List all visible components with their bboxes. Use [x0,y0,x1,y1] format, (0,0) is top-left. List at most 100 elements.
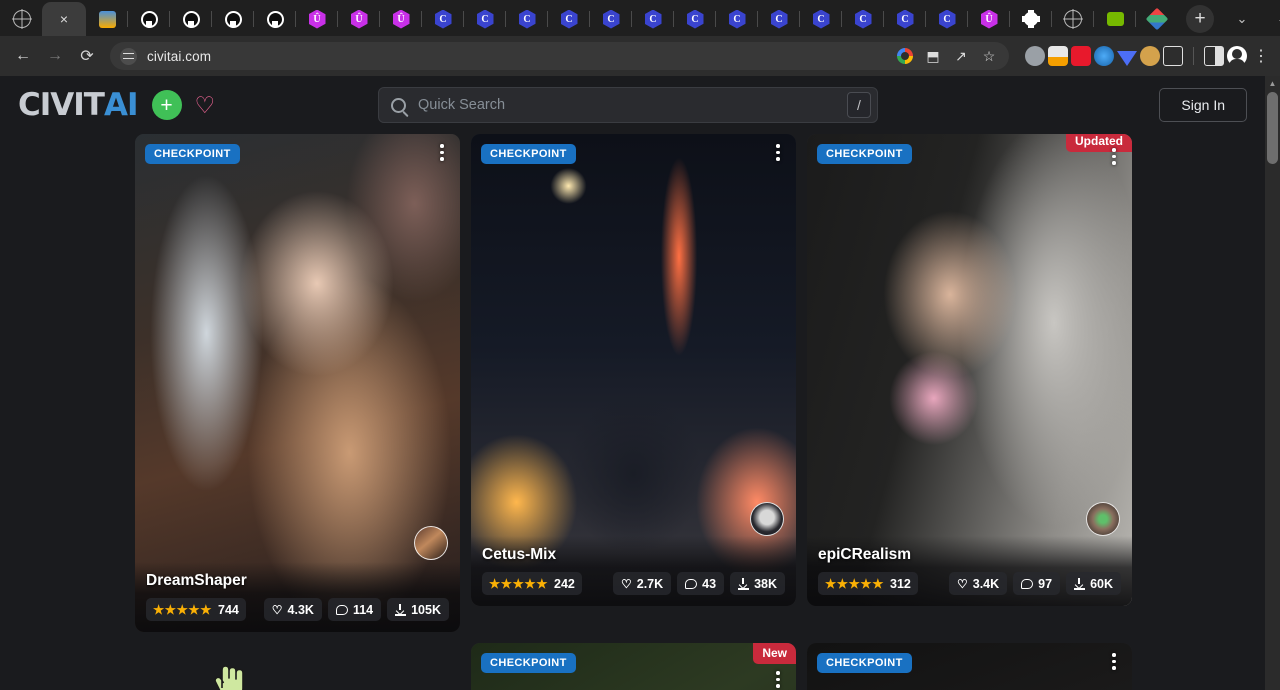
cookie-extension-icon[interactable] [1140,46,1160,66]
hexagon-c-icon: C [771,10,788,29]
comment-icon [336,605,348,615]
tab-c-13[interactable]: C [926,2,968,36]
jar-extension-icon[interactable] [1163,46,1183,66]
comment-icon [685,579,697,589]
creator-avatar[interactable] [1086,502,1120,536]
tab-github-3[interactable] [212,2,254,36]
search-input[interactable]: Quick Search [418,97,505,113]
hexagon-c-icon: C [435,10,452,29]
creator-avatar[interactable] [750,502,784,536]
card-menu-icon[interactable] [436,144,448,164]
model-card[interactable]: CHECKPOINT Cetus-Mix ★★★★★ 242 ♡ [471,134,796,606]
tab-colab[interactable] [86,2,128,36]
sign-in-button[interactable]: Sign In [1159,88,1247,122]
tab-u-1[interactable]: Û [296,2,338,36]
tab-nvidia[interactable] [1094,2,1136,36]
tab-github-2[interactable] [170,2,212,36]
scroll-up-arrow[interactable]: ▲ [1265,76,1280,92]
tab-c-11[interactable]: C [842,2,884,36]
tab-u-2[interactable]: Û [338,2,380,36]
tab-c-2[interactable]: C [464,2,506,36]
bookmark-star-icon[interactable]: ☆ [976,43,1002,69]
model-card-grid: CHECKPOINT DreamShaper ★★★★★ 744 ♡ [135,134,1265,690]
active-tab[interactable]: × [42,2,86,36]
model-card[interactable]: CHECKPOINT DreamShaper ★★★★★ 744 ♡ [135,134,460,632]
downloads-count: 105K [411,603,441,617]
tab-c-7[interactable]: C [674,2,716,36]
github-icon [141,11,158,28]
tab-c-12[interactable]: C [884,2,926,36]
creator-avatar[interactable] [414,526,448,560]
opera-extension-icon[interactable] [1071,46,1091,66]
tab-github-4[interactable] [254,2,296,36]
tab-c-10[interactable]: C [800,2,842,36]
card-menu-icon[interactable] [772,144,784,164]
downloads-pill: 60K [1066,572,1121,595]
card-title: DreamShaper [146,572,449,590]
tab-c-9[interactable]: C [758,2,800,36]
model-card[interactable]: CHECKPOINT Updated epiCRealism ★★★★★ 312 [807,134,1132,606]
card-menu-icon[interactable] [1108,653,1120,673]
download-icon [1074,578,1085,590]
favorites-heart-icon[interactable]: ♡ [195,94,216,117]
tab-globe[interactable] [1052,2,1094,36]
site-header: CIVITAI + ♡ Quick Search / Sign In [0,76,1265,134]
side-panel-icon[interactable] [1204,46,1224,66]
new-tab-button[interactable]: + [1186,5,1214,33]
tab-colorful[interactable] [1136,2,1178,36]
star-rating-icon: ★★★★★ [153,602,212,617]
close-tab-icon[interactable]: × [60,12,68,26]
forward-button[interactable]: → [40,41,70,71]
rating-count: 242 [554,577,575,591]
card-menu-icon[interactable] [772,671,784,690]
address-bar[interactable]: civitai.com ⬒ ↗ ☆ [110,42,1009,70]
blue-gem-extension-icon[interactable] [1117,46,1137,66]
civitai-logo[interactable]: CIVITAI [18,87,138,123]
model-card[interactable]: CHECKPOINT [807,643,1132,690]
card-type-badge: CHECKPOINT [481,144,576,164]
reload-button[interactable]: ⟳ [72,41,102,71]
tab-github-1[interactable] [128,2,170,36]
fire-off-extension-icon[interactable] [1048,46,1068,66]
tab-c-1[interactable]: C [422,2,464,36]
google-lens-icon[interactable] [892,43,918,69]
hexagon-u-icon: Û [393,10,410,29]
scrollbar-thumb[interactable] [1267,92,1278,164]
minimize-button[interactable]: — [1264,3,1280,35]
tab-settings[interactable] [1010,2,1052,36]
tab-u-3[interactable]: Û [380,2,422,36]
omnibox-actions: ⬒ ↗ ☆ [892,43,1005,69]
create-button[interactable]: + [152,90,182,120]
profile-avatar-icon[interactable] [1227,46,1247,66]
install-app-icon[interactable]: ⬒ [920,43,946,69]
globe-extension-icon[interactable] [1025,46,1045,66]
likes-pill: ♡ 4.3K [264,598,322,621]
tab-c-8[interactable]: C [716,2,758,36]
tab-c-3[interactable]: C [506,2,548,36]
share-icon[interactable]: ↗ [948,43,974,69]
hexagon-u-icon: Û [981,10,998,29]
shield-extension-icon[interactable] [1094,46,1114,66]
model-card[interactable]: CHECKPOINT New [471,643,796,690]
card-menu-icon[interactable] [1108,148,1120,168]
tab-u-4[interactable]: Û [968,2,1010,36]
new-badge: New [753,643,796,664]
tab-search-button[interactable]: ⌄ [1220,3,1264,35]
quick-search-bar[interactable]: Quick Search / [378,87,878,123]
card-stats: ★★★★★ 744 ♡ 4.3K 114 [146,598,449,621]
card-artwork [135,134,460,632]
search-shortcut-key: / [847,92,871,118]
downloads-pill: 38K [730,572,785,595]
tab-c-4[interactable]: C [548,2,590,36]
tab-c-6[interactable]: C [632,2,674,36]
comments-pill: 97 [1013,572,1060,595]
profile-globe-icon[interactable] [2,2,42,36]
gear-icon [1023,11,1039,27]
site-settings-icon[interactable] [120,48,137,65]
browser-menu-button[interactable]: ⋮ [1250,46,1272,66]
hexagon-u-icon: Û [351,10,368,29]
browser-window: × Û Û Û C C C C C C C C C C C C C Û + ⌄ [0,0,1280,690]
back-button[interactable]: ← [8,41,38,71]
page-scrollbar[interactable]: ▲ [1265,76,1280,690]
tab-c-5[interactable]: C [590,2,632,36]
